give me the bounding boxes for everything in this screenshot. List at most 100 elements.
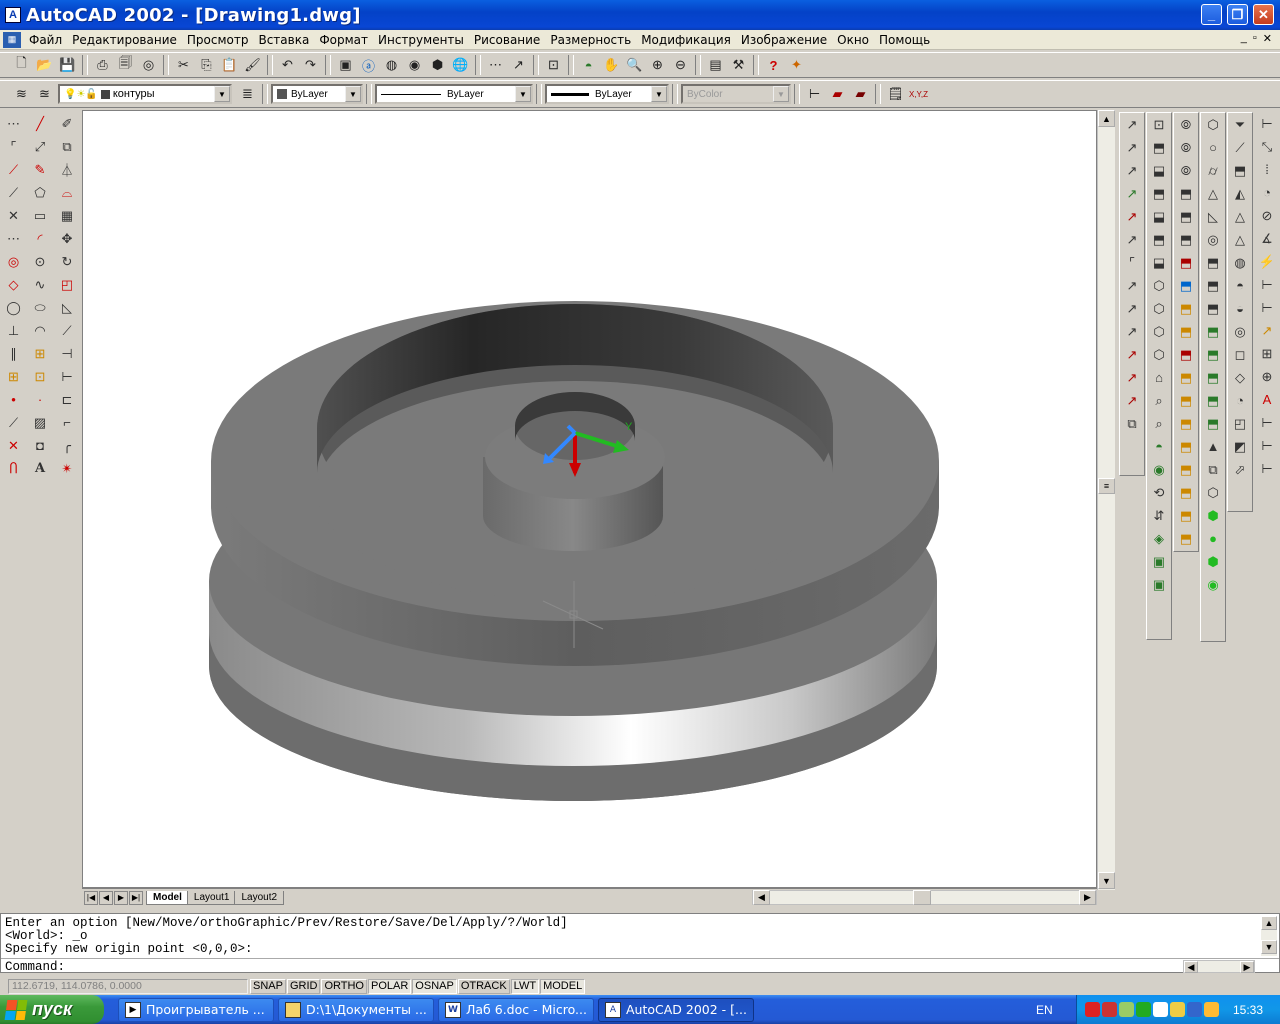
- dim-diameter-icon[interactable]: ⊘: [1255, 204, 1279, 227]
- otrack-toggle[interactable]: OTRACK: [457, 978, 510, 994]
- back-clip-icon[interactable]: ▣: [1147, 573, 1171, 596]
- scroll-right-icon[interactable]: ▶: [1079, 890, 1096, 905]
- tray-shield-icon[interactable]: [1136, 1002, 1151, 1017]
- open-icon[interactable]: 📂: [33, 54, 56, 76]
- ucs-y-rotate-icon[interactable]: ↗: [1120, 366, 1144, 389]
- scroll-left-icon[interactable]: ◀: [753, 890, 770, 905]
- osnap-toggle[interactable]: OSNAP: [412, 978, 457, 994]
- insert-block-icon[interactable]: ⊞: [28, 342, 52, 365]
- vertical-scrollbar[interactable]: ▲ ≡ ▼: [1097, 110, 1115, 890]
- tray-app-icon[interactable]: [1102, 1002, 1117, 1017]
- tray-volume-icon[interactable]: [1187, 1002, 1202, 1017]
- left-view-icon[interactable]: ⬒: [1147, 182, 1171, 205]
- solid-cone-icon[interactable]: △: [1201, 182, 1225, 205]
- light-icon[interactable]: ⬡: [1201, 481, 1225, 504]
- solid-revolve-icon[interactable]: ⬒: [1201, 274, 1225, 297]
- zoom-window-view-icon[interactable]: ⌕: [1147, 389, 1171, 412]
- ucs-icon[interactable]: ⋯: [484, 54, 507, 76]
- menu-format[interactable]: Формат: [314, 33, 373, 47]
- union-icon[interactable]: ⬒: [1174, 320, 1198, 343]
- scroll-up-icon[interactable]: ▲: [1098, 110, 1115, 127]
- point-icon[interactable]: ·: [28, 388, 52, 411]
- arc-icon[interactable]: ◜: [28, 227, 52, 250]
- menu-file[interactable]: Файл: [24, 33, 67, 47]
- taskbar-item-autocad[interactable]: A AutoCAD 2002 - [...: [598, 997, 754, 1022]
- point-line-icon[interactable]: ⋯: [2, 112, 26, 135]
- menu-tools[interactable]: Инструменты: [373, 33, 469, 47]
- snap-toggle[interactable]: SNAP: [250, 978, 286, 994]
- solid-setup-profile-icon[interactable]: ⬒: [1201, 412, 1225, 435]
- minimize-button[interactable]: _: [1201, 4, 1222, 25]
- edge-icon[interactable]: ◻: [1228, 343, 1252, 366]
- id-point-icon[interactable]: X,Y,Z: [907, 83, 930, 105]
- extend-icon[interactable]: ⊢: [55, 365, 79, 388]
- coordinate-display[interactable]: 112.6719, 114.0786, 0.0000: [8, 978, 248, 994]
- tray-display-icon[interactable]: [1170, 1002, 1185, 1017]
- mapping-icon[interactable]: ⬢: [1201, 550, 1225, 573]
- lineweight-dropdown-icon[interactable]: ▼: [651, 86, 667, 102]
- front-clip-icon[interactable]: ▣: [1147, 550, 1171, 573]
- break-icon[interactable]: ⊏: [55, 388, 79, 411]
- cmd-scroll-down-icon[interactable]: ▼: [1261, 940, 1277, 954]
- slice-icon[interactable]: ⬒: [1174, 389, 1198, 412]
- tab-first-icon[interactable]: |◀: [84, 890, 98, 905]
- tab-last-icon[interactable]: ▶|: [129, 890, 143, 905]
- doc-close-icon[interactable]: ✕: [1263, 32, 1272, 45]
- solid-box-icon[interactable]: ⬡: [1201, 113, 1225, 136]
- hatch-icon[interactable]: ▨: [28, 411, 52, 434]
- snap-node-icon[interactable]: •: [2, 388, 26, 411]
- zoom-realtime-icon[interactable]: 🔍: [623, 54, 646, 76]
- array-icon[interactable]: ▦: [55, 204, 79, 227]
- scale-icon[interactable]: ◰: [55, 273, 79, 296]
- doc-restore-icon[interactable]: ▫: [1253, 32, 1257, 45]
- erase-icon[interactable]: ✐: [55, 112, 79, 135]
- move-face-icon[interactable]: ⬒: [1174, 481, 1198, 504]
- camera-icon[interactable]: ⌂: [1147, 366, 1171, 389]
- undo-icon[interactable]: ↶: [276, 54, 299, 76]
- adjust-distance-icon[interactable]: ⇵: [1147, 504, 1171, 527]
- dim-text-edit-icon[interactable]: ⊢: [1255, 411, 1279, 434]
- cmd-scroll-up-icon[interactable]: ▲: [1261, 916, 1277, 930]
- back-view-icon[interactable]: ⬓: [1147, 251, 1171, 274]
- hyperlink-icon[interactable]: ⓐ: [357, 54, 380, 76]
- render-icon[interactable]: ▲: [1201, 435, 1225, 458]
- linear-dimension-icon[interactable]: ⊢: [803, 83, 826, 105]
- lengthen-icon[interactable]: ⟋: [55, 319, 79, 342]
- cmd-scroll-left-icon[interactable]: ◀: [1184, 961, 1198, 973]
- surface-torus-icon[interactable]: ◎: [1228, 320, 1252, 343]
- adcenter-icon[interactable]: ⚒: [727, 54, 750, 76]
- top-view-icon[interactable]: ⬒: [1147, 136, 1171, 159]
- front-view-icon[interactable]: ⬒: [1147, 228, 1171, 251]
- polar-toggle[interactable]: POLAR: [368, 978, 412, 994]
- osnap-settings-icon[interactable]: Ⴖ: [2, 457, 26, 480]
- surface-sphere-icon[interactable]: ◍: [1228, 251, 1252, 274]
- dim-update-icon[interactable]: ⊢: [1255, 434, 1279, 457]
- ruled-surface-icon[interactable]: ◩: [1228, 435, 1252, 458]
- named-view-icon[interactable]: ⊡: [1147, 113, 1171, 136]
- gouraud-edges-icon[interactable]: ⬒: [1174, 251, 1198, 274]
- dim-linear-icon[interactable]: ⊢: [1255, 112, 1279, 135]
- menu-draw[interactable]: Рисование: [469, 33, 545, 47]
- autocad-app-icon[interactable]: A: [5, 7, 21, 23]
- list-icon[interactable]: 🗒: [884, 83, 907, 105]
- snap-parallel-icon[interactable]: ∥: [2, 342, 26, 365]
- menu-window[interactable]: Окно: [832, 33, 874, 47]
- interference-icon[interactable]: ⬒: [1174, 435, 1198, 458]
- polygon-icon[interactable]: ⬠: [28, 181, 52, 204]
- redo-icon[interactable]: ↷: [299, 54, 322, 76]
- language-indicator[interactable]: EN: [1036, 1003, 1053, 1017]
- layer-combo[interactable]: 💡 ☀ 🔓 контуры ▼: [58, 84, 232, 104]
- print-preview-icon[interactable]: 🗐: [114, 54, 137, 76]
- quick-dim-icon[interactable]: ⚡: [1255, 250, 1279, 273]
- hscroll-thumb[interactable]: [913, 890, 931, 905]
- ucs-origin-3p-icon[interactable]: ↗: [1120, 228, 1144, 251]
- dim-continue-icon[interactable]: ⊢: [1255, 296, 1279, 319]
- ucs-z-icon[interactable]: ↗: [1120, 297, 1144, 320]
- center-mark-icon[interactable]: ⊕: [1255, 365, 1279, 388]
- trim-icon[interactable]: ⊣: [55, 342, 79, 365]
- flat-shaded-icon[interactable]: ⬒: [1174, 182, 1198, 205]
- solid-section-icon[interactable]: ⬒: [1201, 320, 1225, 343]
- dim-angular-icon[interactable]: ∡: [1255, 227, 1279, 250]
- ucs-x-rotate-icon[interactable]: ↗: [1120, 343, 1144, 366]
- flat-edges-icon[interactable]: ⬒: [1174, 228, 1198, 251]
